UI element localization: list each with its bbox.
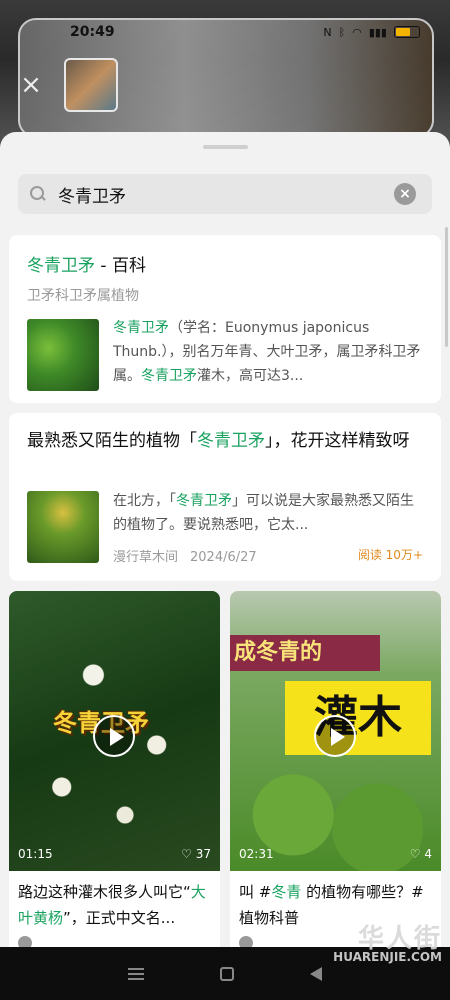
result-card-encyclopedia[interactable]: 冬青卫矛 - 百科 卫矛科卫矛属植物 冬青卫矛（学名：Euonymus japo… <box>9 235 441 403</box>
video-card[interactable]: 冬青卫矛 01:15 ♡ 37 路边这种灌木很多人叫它“大叶黄杨”，正式中文名.… <box>9 591 220 947</box>
video-duration: 02:31 <box>239 847 274 861</box>
captured-image-thumbnail[interactable] <box>64 58 118 112</box>
video-likes: ♡ 37 <box>181 847 211 861</box>
article-description: 在北方，「冬青卫矛」可以说是大家最熟悉又陌生的植物了。要说熟悉吧，它太... <box>113 493 414 533</box>
cover-banner: 成冬青的 <box>230 635 380 671</box>
video-thumbnail: 冬青卫矛 01:15 ♡ 37 <box>9 591 220 871</box>
wifi-icon: ◠ <box>352 25 362 39</box>
nfc-icon: N <box>323 25 332 39</box>
bluetooth-icon: ᛒ <box>338 25 346 39</box>
clear-icon[interactable]: × <box>394 183 416 205</box>
home-icon[interactable] <box>220 966 234 981</box>
watermark: 华人街 HUARENJIE.COM <box>333 924 442 964</box>
video-card[interactable]: 成冬青的 灌木 02:31 ♡ 4 叫 #冬青 的植物有哪些？#植物科普 <box>230 591 441 947</box>
video-thumbnail: 成冬青的 灌木 02:31 ♡ 4 <box>230 591 441 871</box>
video-duration: 01:15 <box>18 847 53 861</box>
search-icon <box>30 186 46 202</box>
back-icon[interactable] <box>310 966 322 981</box>
close-icon[interactable]: × <box>20 72 42 98</box>
signal-icon: ▮▮▮ <box>368 25 387 39</box>
search-input[interactable]: 冬青卫矛 × <box>18 174 432 214</box>
video-likes: ♡ 4 <box>409 847 432 861</box>
play-icon[interactable] <box>93 715 135 757</box>
battery-icon <box>394 26 420 38</box>
card-subtitle: 卫矛科卫矛属植物 <box>27 288 139 304</box>
card-description: 冬青卫矛（学名：Euonymus japonicus Thunb.），别名万年青… <box>113 320 421 384</box>
video-meta <box>18 936 214 947</box>
plant-image <box>27 319 99 391</box>
article-image <box>27 491 99 563</box>
article-title: 最熟悉又陌生的植物「冬青卫矛」，花开这样精致呀 <box>27 431 410 451</box>
avatar <box>239 936 253 947</box>
menu-icon[interactable] <box>128 967 144 980</box>
read-count: 阅读 10万+ <box>357 548 423 562</box>
drag-handle[interactable] <box>203 145 248 149</box>
avatar <box>18 936 32 947</box>
article-meta: 漫行草木间 2024/6/27 <box>113 546 269 565</box>
scrollbar[interactable] <box>445 227 448 347</box>
article-date: 2024/6/27 <box>190 550 257 565</box>
status-time: 20:49 <box>70 24 115 40</box>
status-bar: 20:49 N ᛒ ◠ ▮▮▮ <box>0 20 450 44</box>
video-title: 路边这种灌木很多人叫它“大叶黄杨”，正式中文名... <box>18 883 206 927</box>
status-icons: N ᛒ ◠ ▮▮▮ <box>323 26 420 39</box>
article-source: 漫行草木间 <box>113 550 179 565</box>
result-card-article[interactable]: 最熟悉又陌生的植物「冬青卫矛」，花开这样精致呀 在北方，「冬青卫矛」可以说是大家… <box>9 413 441 581</box>
results-sheet: 冬青卫矛 × 冬青卫矛 - 百科 卫矛科卫矛属植物 冬青卫矛（学名：Euonym… <box>0 132 450 947</box>
play-icon[interactable] <box>314 715 356 757</box>
search-query: 冬青卫矛 <box>58 186 126 207</box>
card-title: 冬青卫矛 - 百科 <box>27 256 146 276</box>
cover-big-text: 灌木 <box>285 681 431 755</box>
